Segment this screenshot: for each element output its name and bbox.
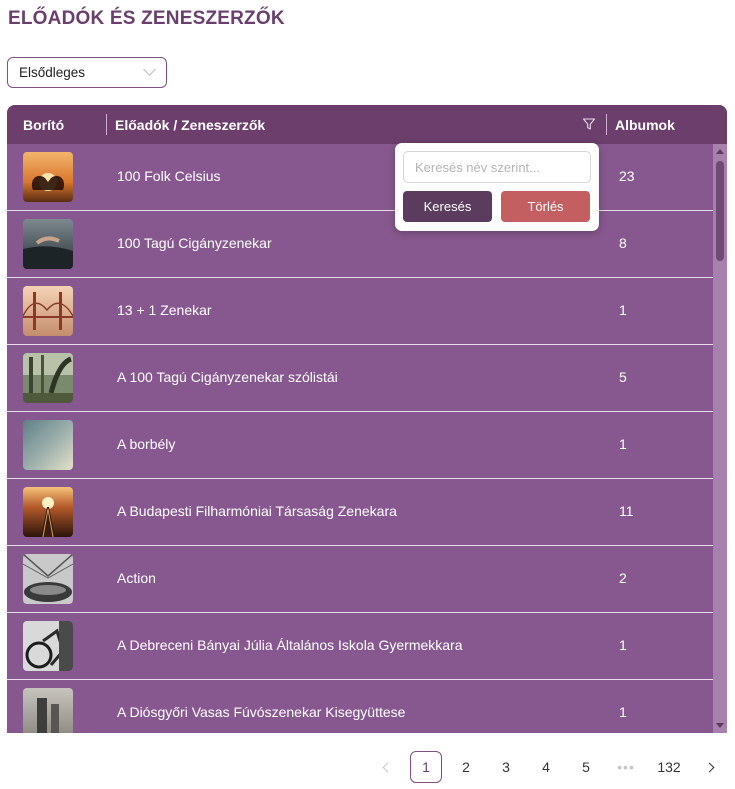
page-button-last[interactable]: 132 <box>650 751 688 783</box>
table-header: Borító Előadók / Zeneszerzők Albumok <box>7 105 727 144</box>
artist-name: A borbély <box>117 436 176 452</box>
next-page-button[interactable] <box>695 751 727 783</box>
column-header-albums: Albumok <box>615 116 675 133</box>
search-button[interactable]: Keresés <box>403 191 492 222</box>
cover-image <box>23 353 73 403</box>
pagination: 1 2 3 4 5 ••• 132 <box>0 751 735 783</box>
table-row[interactable]: 13 + 1 Zenekar 1 <box>7 278 713 345</box>
cover-image <box>23 219 73 269</box>
artist-name: A Budapesti Filharmóniai Társaság Zeneka… <box>117 503 397 519</box>
artist-name: 13 + 1 Zenekar <box>117 302 212 318</box>
table-row[interactable]: 100 Tagú Cigányzenekar 8 <box>7 211 713 278</box>
column-header-name[interactable]: Előadók / Zeneszerzők <box>115 105 265 144</box>
page-button-3[interactable]: 3 <box>490 751 522 783</box>
table-row[interactable]: A Debreceni Bányai Júlia Általános Iskol… <box>7 613 713 680</box>
previous-page-button[interactable] <box>370 751 402 783</box>
name-search-popup: Keresés Törlés <box>395 143 599 231</box>
cover-image <box>23 487 73 537</box>
cover-image <box>23 420 73 470</box>
album-count: 11 <box>619 503 634 519</box>
album-count: 2 <box>619 570 627 586</box>
cover-image <box>23 152 73 202</box>
page-title: ELŐADÓK ÉS ZENESZERZŐK <box>8 8 285 29</box>
artists-table: Borító Előadók / Zeneszerzők Albumok 100… <box>7 105 727 733</box>
vertical-scrollbar[interactable] <box>713 144 727 733</box>
chevron-down-icon <box>143 63 156 76</box>
table-body: 100 Folk Celsius 23 100 Tagú Cigányzenek… <box>7 144 713 733</box>
album-count: 5 <box>619 369 627 385</box>
scroll-up-arrow-icon[interactable] <box>716 149 724 154</box>
select-value: Elsődleges <box>19 65 86 80</box>
cover-image <box>23 621 73 671</box>
album-count: 1 <box>619 436 627 452</box>
filter-icon[interactable] <box>582 117 596 131</box>
scroll-down-arrow-icon[interactable] <box>716 723 724 728</box>
page-button-1[interactable]: 1 <box>410 751 442 783</box>
page-button-5[interactable]: 5 <box>570 751 602 783</box>
album-count: 23 <box>619 168 635 184</box>
album-count: 1 <box>619 302 627 318</box>
album-count: 1 <box>619 637 627 653</box>
table-row[interactable]: A 100 Tagú Cigányzenekar szólistái 5 <box>7 345 713 412</box>
artist-name: A Diósgyőri Vasas Fúvószenekar Kisegyütt… <box>117 704 406 720</box>
primary-filter-select[interactable]: Elsődleges <box>7 57 167 88</box>
table-row[interactable]: Action 2 <box>7 546 713 613</box>
column-divider <box>606 114 607 135</box>
page-button-4[interactable]: 4 <box>530 751 562 783</box>
chevron-right-icon <box>704 762 715 772</box>
cover-image <box>23 688 73 733</box>
cover-image <box>23 554 73 604</box>
table-row[interactable]: 100 Folk Celsius 23 <box>7 144 713 211</box>
artist-name: A 100 Tagú Cigányzenekar szólistái <box>117 369 338 385</box>
table-row[interactable]: A borbély 1 <box>7 412 713 479</box>
page-button-2[interactable]: 2 <box>450 751 482 783</box>
column-header-cover: Borító <box>23 116 65 133</box>
artist-name: 100 Tagú Cigányzenekar <box>117 235 272 251</box>
artist-name: A Debreceni Bányai Júlia Általános Iskol… <box>117 637 463 653</box>
table-row[interactable]: A Budapesti Filharmóniai Társaság Zeneka… <box>7 479 713 546</box>
chevron-left-icon <box>382 762 393 772</box>
cover-image <box>23 286 73 336</box>
clear-button[interactable]: Törlés <box>501 191 590 222</box>
artist-name: 100 Folk Celsius <box>117 168 221 184</box>
name-search-input[interactable] <box>403 151 591 183</box>
page-ellipsis[interactable]: ••• <box>610 751 642 783</box>
scrollbar-thumb[interactable] <box>716 161 724 261</box>
album-count: 8 <box>619 235 627 251</box>
column-divider <box>106 114 107 135</box>
table-row[interactable]: A Diósgyőri Vasas Fúvószenekar Kisegyütt… <box>7 680 713 733</box>
album-count: 1 <box>619 704 627 720</box>
artist-name: Action <box>117 570 156 586</box>
